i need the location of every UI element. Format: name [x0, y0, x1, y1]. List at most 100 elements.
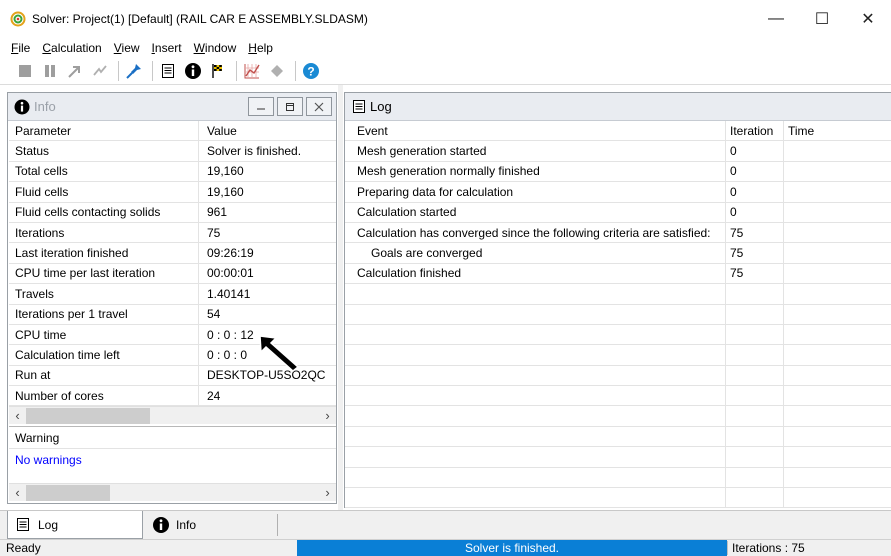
- info-table-row[interactable]: CPU time per last iteration 00:00:01: [9, 263, 336, 285]
- scrollbar-thumb[interactable]: [26, 407, 150, 424]
- menu-file[interactable]: File: [0, 41, 34, 55]
- tab-log[interactable]: Log: [7, 511, 143, 539]
- info-table-row[interactable]: Iterations 75: [9, 222, 336, 244]
- menu-calculation[interactable]: Calculation: [34, 41, 105, 55]
- parameter-cell: Run at: [9, 365, 199, 386]
- panel-close-button[interactable]: [306, 97, 332, 116]
- value-cell: 00:00:01: [207, 266, 254, 281]
- step-button[interactable]: [64, 60, 86, 82]
- info-horizontal-scrollbar[interactable]: ‹ ›: [9, 406, 336, 424]
- info-icon: [153, 517, 169, 533]
- time-cell: [784, 264, 891, 283]
- log-table-row[interactable]: Mesh generation started 0: [345, 141, 891, 162]
- log-table-row[interactable]: Mesh generation normally finished 0: [345, 161, 891, 183]
- log-table-row[interactable]: Calculation started 0: [345, 202, 891, 223]
- warning-horizontal-scrollbar[interactable]: ‹ ›: [9, 483, 336, 501]
- pause-icon: [45, 64, 55, 77]
- scroll-left-icon[interactable]: ‹: [9, 408, 26, 423]
- event-cell: Calculation finished: [345, 263, 726, 284]
- menu-insert[interactable]: Insert: [144, 41, 186, 55]
- menu-help[interactable]: Help: [240, 41, 277, 55]
- scroll-left-icon[interactable]: ‹: [9, 485, 26, 500]
- scroll-right-icon[interactable]: ›: [319, 408, 336, 423]
- empty-log-row: [345, 304, 891, 325]
- svg-text:?: ?: [307, 64, 314, 78]
- log-view-button[interactable]: [157, 60, 179, 82]
- info-table-row[interactable]: Status Solver is finished.: [9, 141, 336, 162]
- empty-log-row: [345, 365, 891, 387]
- parameter-cell: Fluid cells: [9, 182, 199, 202]
- status-bar: Ready Solver is finished. Iterations : 7…: [0, 539, 891, 556]
- iteration-cell: 75: [726, 263, 784, 284]
- toolbar-separator: [295, 60, 296, 81]
- stop-button[interactable]: [14, 60, 36, 82]
- empty-log-row: [345, 406, 891, 427]
- minimize-button[interactable]: —: [753, 0, 799, 38]
- menu-window[interactable]: Window: [186, 41, 241, 55]
- panel-minimize-button[interactable]: [248, 97, 274, 116]
- empty-cell: [726, 426, 784, 447]
- empty-cell: [726, 365, 784, 386]
- help-button[interactable]: ?: [300, 60, 322, 82]
- toolbar-separator: [236, 60, 237, 81]
- log-table-row[interactable]: Calculation finished 75: [345, 263, 891, 285]
- scrollbar-thumb[interactable]: [26, 484, 110, 501]
- toolbar: ?: [0, 57, 891, 85]
- time-column-header[interactable]: Time: [784, 121, 891, 140]
- log-table-row[interactable]: Calculation has converged since the foll…: [345, 222, 891, 244]
- empty-cell: [784, 386, 891, 405]
- iterations-status: Iterations : 75: [727, 541, 891, 555]
- pin-button[interactable]: [123, 60, 145, 82]
- arrow-up-right-icon: [68, 65, 80, 78]
- empty-cell: [726, 324, 784, 345]
- close-button[interactable]: ✕: [845, 0, 891, 38]
- info-header-row: Parameter Value: [9, 121, 336, 142]
- plot-button[interactable]: [241, 60, 263, 82]
- time-cell: [784, 203, 891, 222]
- tab-separator: [277, 514, 278, 536]
- iteration-cell: 75: [726, 243, 784, 263]
- panel-splitter[interactable]: [338, 85, 343, 510]
- menu-view[interactable]: View: [106, 41, 144, 55]
- empty-cell: [345, 467, 726, 488]
- info-table-row[interactable]: Fluid cells contacting solids 961: [9, 202, 336, 223]
- time-cell: [784, 162, 891, 181]
- info-table-row[interactable]: Total cells 19,160: [9, 161, 336, 183]
- empty-cell: [784, 447, 891, 466]
- time-cell: [784, 223, 891, 242]
- scroll-right-icon[interactable]: ›: [319, 485, 336, 500]
- window-title: Solver: Project(1) [Default] (RAIL CAR E…: [32, 12, 368, 26]
- iteration-cell: 0: [726, 141, 784, 161]
- tab-info-label: Info: [176, 518, 197, 532]
- empty-cell: [784, 325, 891, 344]
- goals-button[interactable]: [207, 60, 229, 82]
- info-view-button[interactable]: [182, 60, 204, 82]
- event-column-header[interactable]: Event: [345, 121, 726, 141]
- info-table-row[interactable]: Fluid cells 19,160: [9, 182, 336, 203]
- log-table-row[interactable]: Preparing data for calculation 0: [345, 182, 891, 203]
- log-table-row[interactable]: Goals are converged 75: [345, 243, 891, 264]
- value-column-header[interactable]: Value: [199, 121, 336, 140]
- info-table-row[interactable]: Number of cores 24: [9, 386, 336, 407]
- panel-restore-button[interactable]: [277, 97, 303, 116]
- info-table-row[interactable]: Travels 1.40141: [9, 284, 336, 305]
- bottom-tab-bar: Log Info: [0, 510, 891, 539]
- tab-info[interactable]: Info: [148, 511, 276, 539]
- event-cell: Calculation has converged since the foll…: [345, 222, 726, 243]
- maximize-button[interactable]: ☐: [799, 0, 845, 38]
- info-table-row[interactable]: Iterations per 1 travel 54: [9, 304, 336, 325]
- parameter-column-header[interactable]: Parameter: [9, 121, 199, 141]
- refresh-button[interactable]: [89, 60, 111, 82]
- empty-log-row: [345, 284, 891, 305]
- info-table-row[interactable]: Last iteration finished 09:26:19: [9, 243, 336, 264]
- pause-button[interactable]: [39, 60, 61, 82]
- insert-point-button[interactable]: [266, 60, 288, 82]
- empty-cell: [726, 406, 784, 426]
- empty-cell: [784, 406, 891, 425]
- iteration-column-header[interactable]: Iteration: [726, 121, 784, 141]
- empty-log-row: [345, 345, 891, 366]
- maximize-icon: ☐: [814, 11, 830, 28]
- iteration-cell: 0: [726, 161, 784, 182]
- document-icon: [17, 518, 29, 531]
- solver-app-icon: [10, 11, 26, 27]
